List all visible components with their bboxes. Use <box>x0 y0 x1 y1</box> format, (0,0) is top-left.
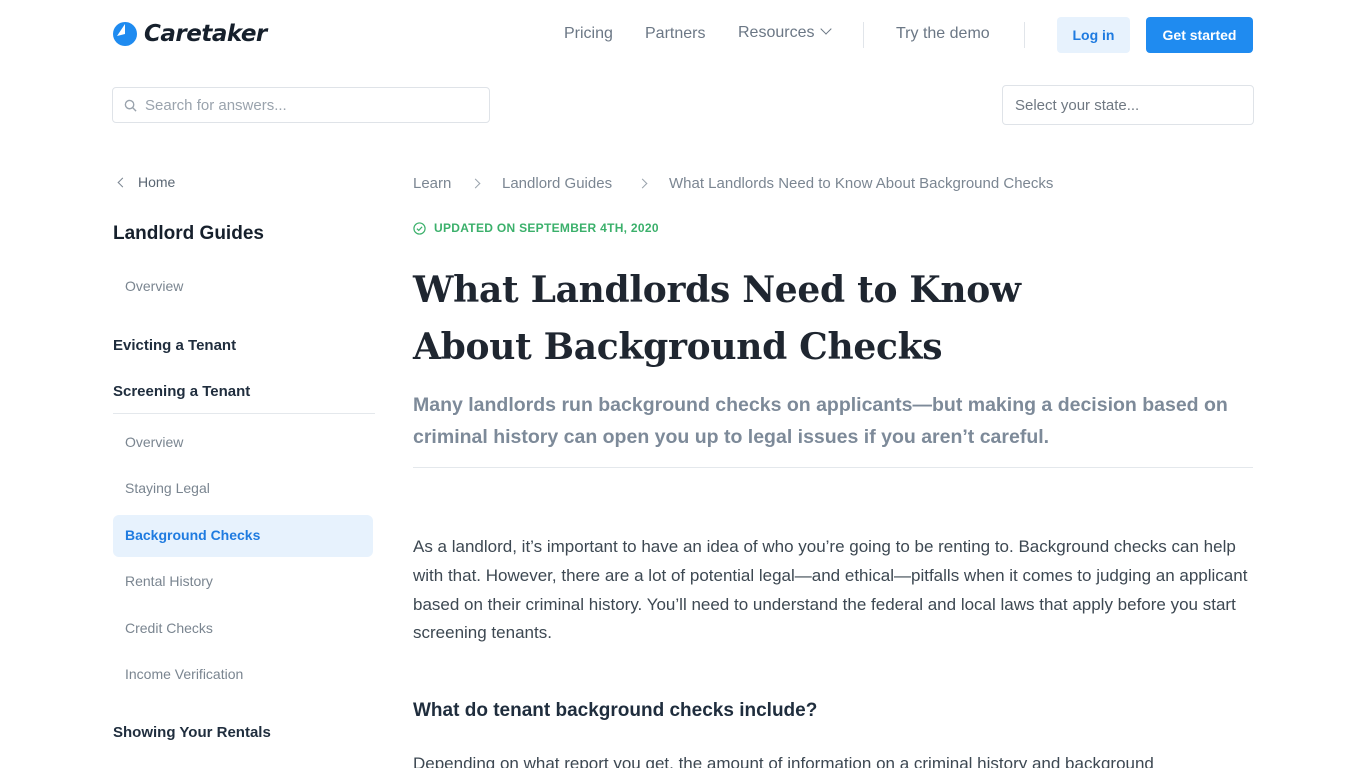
sidebar-home-label: Home <box>138 174 176 190</box>
sidebar-item-overview-top[interactable]: Overview <box>125 278 183 294</box>
sidebar-divider <box>113 413 375 414</box>
breadcrumb-landlord-guides[interactable]: Landlord Guides <box>502 175 612 192</box>
state-select[interactable]: Select your state... <box>1002 85 1254 125</box>
sidebar-section-showing[interactable]: Showing Your Rentals <box>113 724 271 741</box>
nav-resources[interactable]: Resources <box>738 23 833 42</box>
chevron-right-icon <box>470 178 481 189</box>
nav-divider <box>863 22 864 48</box>
chevron-down-icon <box>820 23 833 35</box>
sidebar-item-rental-history[interactable]: Rental History <box>125 573 213 589</box>
breadcrumb-learn[interactable]: Learn <box>413 175 451 192</box>
article-subtitle: Many landlords run background checks on … <box>413 394 1228 448</box>
nav-partners[interactable]: Partners <box>645 25 705 43</box>
updated-badge: UPDATED ON SEPTEMBER 4TH, 2020 <box>413 221 659 235</box>
chevron-left-icon <box>117 177 128 187</box>
sidebar-item-credit-checks[interactable]: Credit Checks <box>125 620 213 636</box>
sidebar-title: Landlord Guides <box>113 223 264 244</box>
search-box[interactable] <box>112 87 490 123</box>
sidebar-section-screening[interactable]: Screening a Tenant <box>113 383 250 400</box>
login-button[interactable]: Log in <box>1057 17 1130 53</box>
brand-name: Caretaker <box>144 21 267 47</box>
sidebar-home-link[interactable]: Home <box>117 174 176 190</box>
article-intro: As a landlord, it’s important to have an… <box>413 537 1248 643</box>
check-circle-icon <box>413 221 426 235</box>
sidebar-item-staying-legal[interactable]: Staying Legal <box>125 480 210 496</box>
chevron-right-icon <box>637 178 648 189</box>
sidebar-section-evicting[interactable]: Evicting a Tenant <box>113 337 236 354</box>
sidebar-item-background-checks[interactable]: Background Checks <box>125 527 260 543</box>
caretaker-logo-icon <box>113 22 137 46</box>
search-icon <box>124 99 137 112</box>
article-paragraph: Depending on what report you get, the am… <box>413 754 1154 768</box>
get-started-button[interactable]: Get started <box>1146 17 1253 53</box>
search-input[interactable] <box>145 96 465 114</box>
page-title: What Landlords Need to Know About Backgr… <box>413 269 1021 368</box>
section-heading: What do tenant background checks include… <box>413 700 818 721</box>
nav-resources-label: Resources <box>738 24 815 41</box>
section-divider <box>413 467 1253 468</box>
sidebar-item-income-verification[interactable]: Income Verification <box>125 666 243 682</box>
nav-divider <box>1024 22 1025 48</box>
sidebar-item-overview[interactable]: Overview <box>125 434 183 450</box>
nav-pricing[interactable]: Pricing <box>564 25 613 43</box>
updated-text: UPDATED ON SEPTEMBER 4TH, 2020 <box>434 221 659 235</box>
nav-try-demo[interactable]: Try the demo <box>896 25 990 43</box>
caretaker-logo[interactable]: Caretaker <box>113 21 267 47</box>
breadcrumb-current: What Landlords Need to Know About Backgr… <box>669 175 1054 192</box>
